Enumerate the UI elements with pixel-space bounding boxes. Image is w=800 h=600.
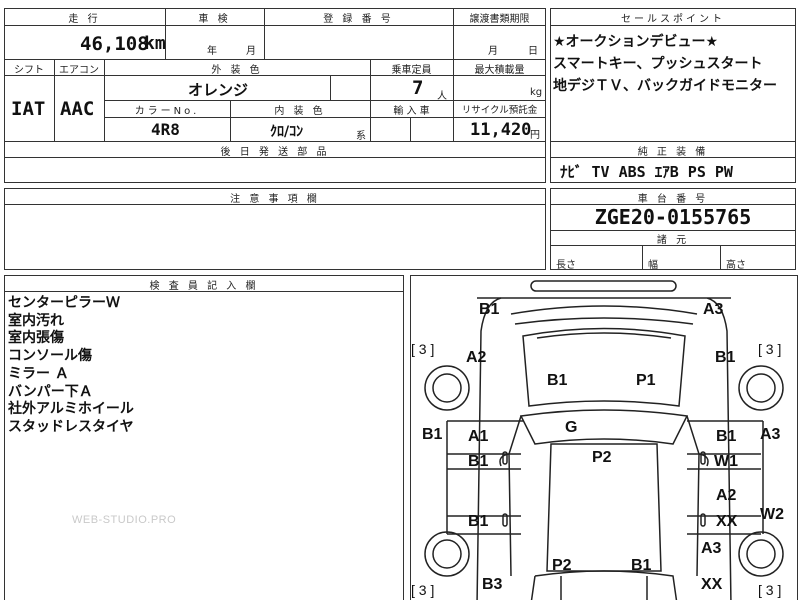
sales-point-line: ★オークションデビュー★ [553,34,719,50]
damage-mark: B1 [715,349,736,366]
damage-mark: B1 [468,453,489,470]
watermark: WEB-STUDIO.PRO [72,514,177,526]
length-label: 長さ [556,260,576,271]
height-label: 高さ [726,260,746,271]
damage-mark: W2 [760,506,784,523]
inspector-note: 社外アルミホイール [8,401,134,418]
chassis-number-value: ZGE20-0155765 [594,205,752,229]
damage-mark: A1 [468,428,489,445]
capacity-value: 7 [412,77,424,99]
damage-mark: B1 [716,428,737,445]
damage-mark: B1 [468,513,489,530]
inspector-note: ミラー Ａ [8,365,69,382]
damage-mark: W1 [714,453,738,470]
color-number-value: 4R8 [151,120,180,139]
mileage-unit: km [144,33,166,54]
interior-color-suffix: 系 [356,131,366,142]
shift-value: IAT [11,98,46,120]
registration-label: 登 録 番 号 [323,14,394,25]
exterior-color-label: 外 装 色 [211,65,263,76]
equipment-title: 純 正 装 備 [637,147,709,158]
damage-mark: B1 [479,301,500,318]
damage-mark: B1 [422,426,443,443]
damage-mark: A3 [703,301,724,318]
inspection-month: 月 [246,46,256,57]
recycle-deposit-unit: 円 [530,130,540,141]
recycle-deposit-label: リサイクル預託金 [461,105,538,116]
chassis-number-title: 車 台 番 号 [637,194,709,205]
capacity-unit: 人 [437,91,447,102]
divider [4,25,546,26]
inspector-note: コンソール傷 [8,348,92,365]
divider [4,59,546,60]
inspection-year: 年 [207,46,217,57]
damage-mark: G [565,419,578,436]
damage-mark: B1 [631,557,652,574]
damage-mark: XX [716,513,738,530]
recycle-deposit-value: 11,420 [470,120,532,140]
tire-mark: [ 3 ] [411,582,435,598]
import-label: 輸 入 車 [393,106,430,117]
max-load-label: 最大積載量 [474,65,525,76]
inspector-note: バンパー下Ａ [8,383,93,400]
transfer-month: 月 [488,46,498,57]
divider [330,75,331,100]
damage-mark: A2 [466,349,487,366]
damage-mark: A2 [716,487,737,504]
equipment-value: ﾅﾋﾞ TV ABS ｴｱB PS PW [560,163,733,181]
aircon-value: AAC [60,98,95,120]
damage-mark: P1 [636,372,656,389]
divider [410,117,411,141]
sales-point-line: スマートキー、プッシュスタート [553,56,763,72]
inspector-note: センターピラーＷ [8,295,120,311]
damage-mark: B3 [482,576,503,593]
exterior-color-value: オレンジ [188,81,249,99]
divider [4,141,546,142]
transfer-deadline-label: 譲渡書類期限 [469,14,530,25]
inspection-label: 車 検 [198,14,231,25]
divider [104,100,546,101]
damage-mark: P2 [552,557,572,574]
tire-mark: [ 3 ] [758,341,782,357]
inspector-note: 室内汚れ [8,312,64,329]
tire-mark: [ 3 ] [411,341,435,357]
damage-mark: B1 [547,372,568,389]
interior-color-value: ｸﾛ/ｺﾝ [270,124,304,140]
inspector-note: スタッドレスタイヤ [8,418,134,435]
divider [720,245,721,270]
divider [550,25,796,26]
tire-mark: [ 3 ] [758,582,782,598]
sales-point-title: セールスポイント [621,14,725,25]
inspector-notes-list: センターピラーＷ 室内汚れ 室内張傷 コンソール傷 ミラー Ａ バンパー下Ａ 社… [8,295,134,437]
sales-point-line: 地デジＴＶ、バックガイドモニター [553,78,777,94]
transfer-day: 日 [528,46,538,57]
inspector-notes-title: 検 査 員 記 入 欄 [149,281,259,292]
capacity-label: 乗車定員 [391,65,432,76]
inspector-note: 室内張傷 [8,330,64,347]
max-load-unit: kg [530,87,543,98]
parts-to-ship-label: 後 日 発 送 部 品 [220,147,330,158]
aircon-label: エアコン [59,65,99,76]
damage-mark: A3 [701,540,722,557]
divider [642,245,643,270]
divider [104,117,546,118]
color-number-label: カラーNo. [134,106,200,117]
shift-label: シフト [14,65,44,76]
mileage-label: 走 行 [68,14,101,25]
specifications-title: 諸 元 [656,235,690,246]
mileage-value: 46,108 [80,33,149,55]
damage-mark: P2 [592,449,612,466]
damage-mark: XX [701,576,723,593]
caution-title: 注 意 事 項 欄 [230,194,320,205]
damage-mark: A3 [760,426,781,443]
width-label: 幅 [648,260,658,271]
interior-color-label: 内 装 色 [274,106,326,117]
